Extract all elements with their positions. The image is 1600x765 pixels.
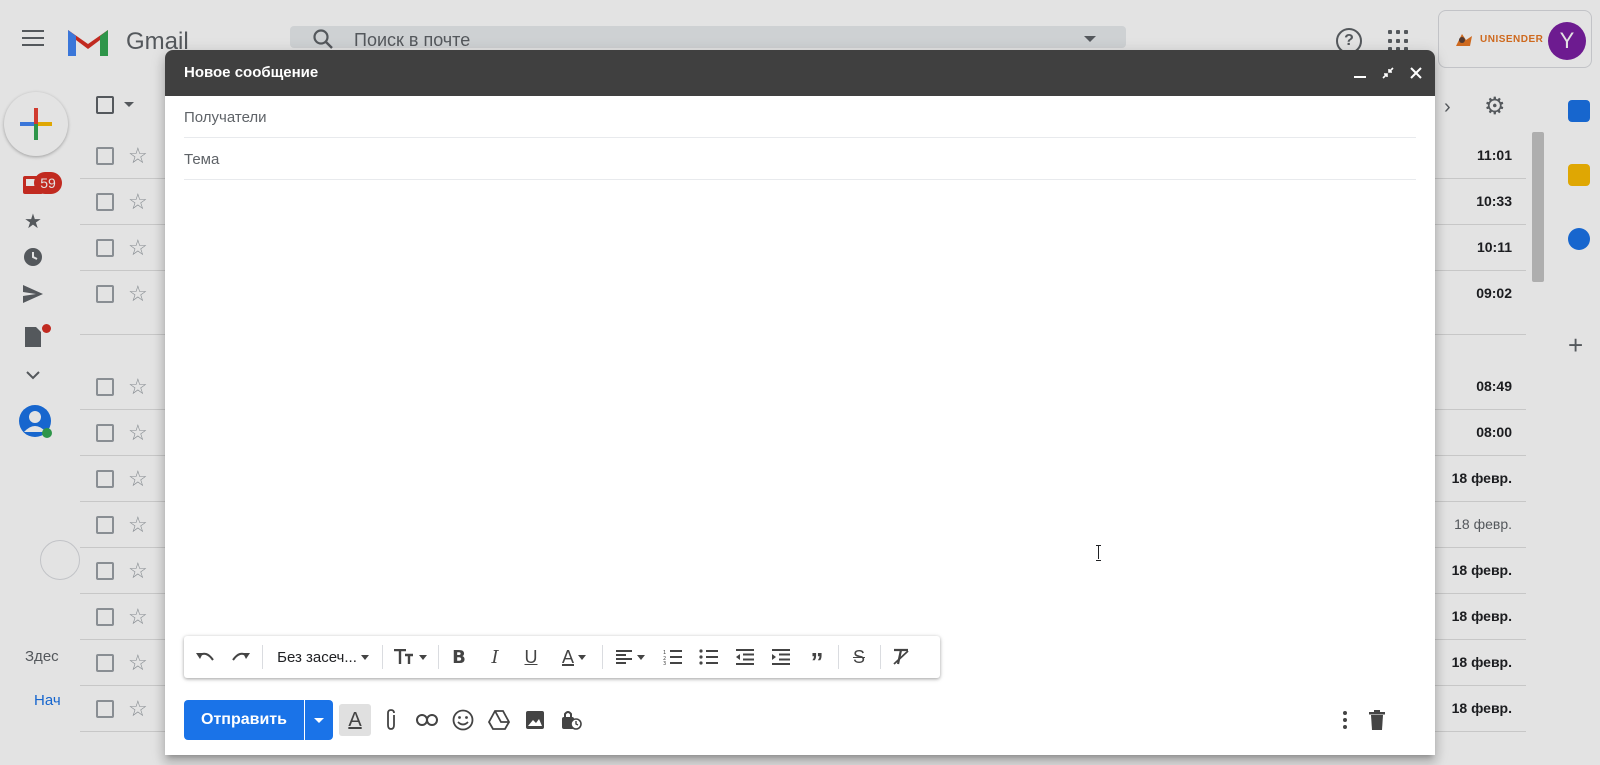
close-icon[interactable] <box>1405 62 1427 84</box>
text-color-icon[interactable]: A <box>554 644 594 670</box>
screen: Gmail Поиск в почте ? UNISENDER Y 59 ★ З… <box>0 0 1600 765</box>
indent-less-icon[interactable] <box>732 644 758 670</box>
formatting-options-icon[interactable]: A <box>339 704 371 736</box>
indent-more-icon[interactable] <box>768 644 794 670</box>
minimize-icon[interactable] <box>1349 62 1371 84</box>
send-button[interactable]: Отправить <box>184 700 304 740</box>
insert-photo-icon[interactable] <box>521 706 549 734</box>
recipients-input[interactable] <box>184 106 1416 128</box>
compose-dialog: Новое сообщение Получатели Тема Без засе… <box>165 50 1435 755</box>
exit-fullscreen-icon[interactable] <box>1377 62 1399 84</box>
bulleted-list-icon[interactable] <box>696 644 722 670</box>
discard-draft-trash-icon[interactable] <box>1363 706 1391 734</box>
italic-icon[interactable]: I <box>482 644 508 670</box>
compose-header[interactable]: Новое сообщение <box>165 50 1435 96</box>
emoji-icon[interactable] <box>449 706 477 734</box>
attach-file-icon[interactable] <box>377 706 405 734</box>
message-body[interactable] <box>184 188 1416 668</box>
google-drive-icon[interactable] <box>485 706 513 734</box>
quote-icon[interactable]: ” <box>804 644 830 677</box>
subject-input[interactable] <box>184 148 1416 170</box>
recipients-field[interactable] <box>184 96 1416 138</box>
align-icon[interactable] <box>610 644 650 670</box>
more-options-icon[interactable] <box>1331 706 1359 734</box>
remove-formatting-icon[interactable] <box>888 644 914 670</box>
text-cursor-icon <box>1096 545 1102 561</box>
undo-icon[interactable] <box>192 644 218 670</box>
compose-title: Новое сообщение <box>184 64 319 81</box>
strikethrough-icon[interactable]: S <box>846 644 872 670</box>
confidential-mode-icon[interactable] <box>557 706 585 734</box>
underline-icon[interactable]: U <box>518 644 544 670</box>
numbered-list-icon[interactable]: 123 <box>660 644 686 670</box>
insert-link-icon[interactable] <box>413 706 441 734</box>
font-size-icon[interactable] <box>390 644 430 670</box>
redo-icon[interactable] <box>228 644 254 670</box>
svg-text:3: 3 <box>663 661 666 665</box>
font-family-label: Без засеч... <box>277 648 357 666</box>
formatting-toolbar: Без засеч... B I U A 123 ” S <box>184 636 940 678</box>
send-options-button[interactable] <box>305 700 333 740</box>
subject-field[interactable] <box>184 138 1416 180</box>
font-family-select[interactable]: Без засеч... <box>270 644 376 670</box>
bold-icon[interactable]: B <box>446 644 472 670</box>
